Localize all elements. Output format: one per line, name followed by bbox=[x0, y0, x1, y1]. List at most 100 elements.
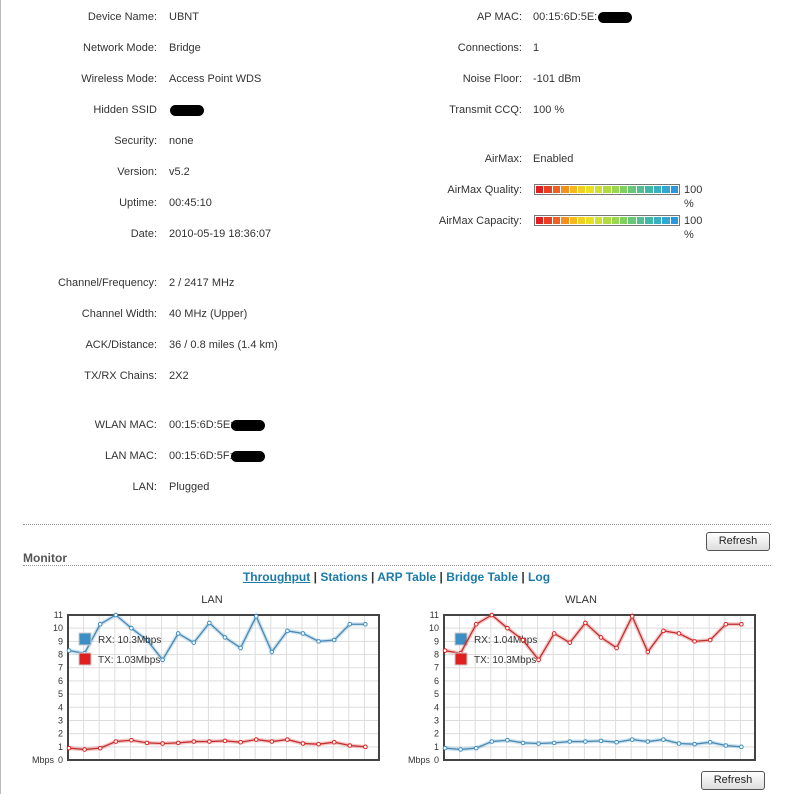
data-point bbox=[160, 657, 165, 663]
legend-swatch bbox=[78, 632, 92, 646]
y-tick-label: 6 bbox=[58, 676, 63, 686]
status-value: v5.2 bbox=[169, 166, 190, 178]
data-point bbox=[520, 637, 526, 643]
status-value: Enabled bbox=[533, 153, 574, 165]
status-value: Access Point WDS bbox=[169, 73, 262, 85]
airmax-label: AirMax Quality: bbox=[447, 184, 522, 196]
meter-segment bbox=[569, 217, 578, 224]
legend-label: TX: 1.03Mbps bbox=[98, 655, 160, 666]
meter-segment bbox=[552, 186, 561, 193]
data-point bbox=[536, 741, 541, 746]
meter-segment bbox=[670, 186, 678, 193]
y-tick-label: 9 bbox=[58, 636, 63, 646]
tab-separator: | bbox=[439, 570, 443, 584]
meter-segment bbox=[662, 186, 670, 193]
meter-segment bbox=[594, 217, 603, 224]
tab-separator: | bbox=[313, 570, 317, 584]
data-point bbox=[442, 745, 448, 751]
status-label: TX/RX Chains: bbox=[84, 370, 157, 382]
status-label: Transmit CCQ: bbox=[449, 104, 522, 116]
data-point bbox=[82, 747, 87, 752]
data-point bbox=[66, 648, 72, 653]
divider bbox=[23, 524, 771, 525]
tab-throughput[interactable]: Throughput bbox=[243, 570, 310, 584]
y-tick-label: 1 bbox=[434, 742, 439, 752]
airmax-meter bbox=[534, 184, 680, 195]
y-axis-label: Mbps bbox=[32, 755, 55, 765]
redacted-mark bbox=[170, 104, 204, 116]
data-point bbox=[567, 739, 573, 744]
data-point bbox=[661, 628, 666, 634]
status-label: ACK/Distance: bbox=[85, 339, 157, 351]
data-point bbox=[551, 740, 557, 746]
monitor-heading: Monitor bbox=[23, 551, 67, 565]
meter-segment bbox=[662, 217, 670, 224]
data-point bbox=[505, 625, 510, 631]
data-point bbox=[113, 739, 119, 744]
refresh-button[interactable]: Refresh bbox=[706, 532, 770, 551]
data-point bbox=[536, 657, 541, 663]
meter-segment bbox=[536, 217, 544, 224]
redacted-mark bbox=[231, 450, 265, 462]
data-point bbox=[473, 621, 479, 627]
y-tick-label: 0 bbox=[434, 755, 439, 765]
y-tick-label: 2 bbox=[58, 729, 63, 739]
data-point bbox=[144, 740, 150, 746]
data-point bbox=[191, 739, 197, 744]
y-tick-label: 8 bbox=[434, 650, 439, 660]
y-tick-label: 11 bbox=[430, 610, 439, 620]
y-tick-label: 3 bbox=[434, 715, 439, 725]
meter-segment bbox=[611, 217, 620, 224]
data-point bbox=[739, 744, 744, 750]
y-tick-label: 4 bbox=[58, 702, 63, 712]
data-point bbox=[238, 645, 243, 651]
data-point bbox=[331, 739, 337, 745]
data-point bbox=[645, 739, 651, 744]
data-point bbox=[583, 620, 588, 626]
status-value: 00:15:6D:5F: bbox=[169, 450, 233, 462]
tab-bridge-table[interactable]: Bridge Table bbox=[446, 570, 518, 584]
y-tick-label: 4 bbox=[434, 702, 439, 712]
y-tick-label: 9 bbox=[434, 636, 439, 646]
data-point bbox=[207, 739, 212, 744]
redacted-mark bbox=[231, 419, 265, 431]
refresh-monitor-button[interactable]: Refresh bbox=[701, 771, 765, 790]
tab-log[interactable]: Log bbox=[528, 570, 550, 584]
data-point bbox=[614, 645, 619, 651]
meter-segment bbox=[603, 186, 611, 193]
data-point bbox=[207, 620, 212, 626]
lan-throughput-chart: 0 1 2 3 4 5 6 7 8 9 10 11 Mbps RX: 10.3Mbps TX: 1.03Mb… bbox=[32, 610, 380, 765]
data-point bbox=[505, 737, 510, 743]
meter-segment bbox=[544, 217, 552, 224]
data-point bbox=[285, 628, 290, 634]
meter-segment bbox=[628, 186, 636, 193]
meter-segment bbox=[561, 217, 569, 224]
meter-segment bbox=[653, 217, 662, 224]
data-point bbox=[113, 612, 119, 618]
y-axis-label: Mbps bbox=[408, 755, 431, 765]
data-point bbox=[692, 741, 697, 747]
data-point bbox=[583, 739, 588, 744]
data-point bbox=[253, 614, 259, 619]
y-tick-label: 6 bbox=[434, 676, 439, 686]
status-value: 2010-05-19 18:36:07 bbox=[169, 228, 272, 240]
meter-segment bbox=[611, 186, 620, 193]
data-point bbox=[253, 737, 259, 742]
data-point bbox=[331, 637, 337, 643]
status-label: Uptime: bbox=[119, 197, 157, 209]
tab-arp-table[interactable]: ARP Table bbox=[377, 570, 436, 584]
status-value: 00:15:6D:5E: bbox=[169, 419, 234, 431]
data-point bbox=[473, 745, 479, 751]
status-value: 2 / 2417 MHz bbox=[169, 277, 235, 289]
status-value: 00:45:10 bbox=[169, 197, 212, 209]
meter-segment bbox=[603, 217, 611, 224]
status-label: AP MAC: bbox=[476, 11, 522, 23]
data-point bbox=[567, 640, 573, 645]
meter-segment bbox=[594, 186, 603, 193]
data-point bbox=[97, 745, 103, 751]
data-point bbox=[175, 631, 181, 636]
tab-stations[interactable]: Stations bbox=[320, 570, 367, 584]
data-point bbox=[238, 739, 243, 745]
data-point bbox=[316, 741, 321, 747]
wlan-throughput-chart: 01234567891011MbpsRX: 1.04MbpsTX: 10.3Mb… bbox=[408, 610, 756, 765]
